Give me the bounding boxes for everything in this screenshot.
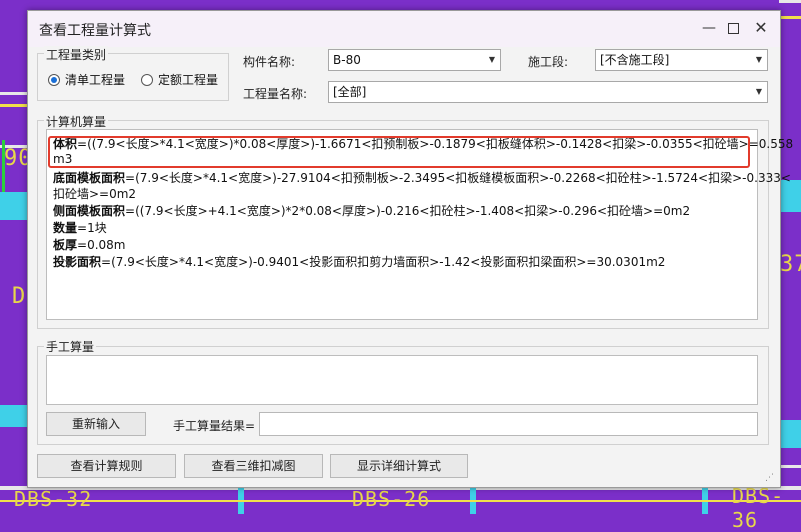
- radio-quota-quantity[interactable]: 定额工程量: [141, 71, 218, 88]
- formula-term: 侧面模板面积: [53, 204, 126, 218]
- radio-bill-quantity-label: 清单工程量: [65, 73, 126, 87]
- formula-expression: =(7.9<长度>*4.1<宽度>)-27.9104<扣预制板>-2.3495<…: [125, 171, 791, 185]
- component-name-select[interactable]: B-80 ▼: [328, 49, 501, 71]
- cad-label-right: 37: [780, 252, 801, 277]
- formula-expression: =0.08m: [77, 238, 126, 252]
- quantity-name-value: [全部]: [333, 85, 367, 99]
- dropdown-arrow-icon: ▼: [755, 87, 762, 96]
- formula-term: 投影面积: [53, 255, 102, 269]
- component-name-label: 构件名称:: [243, 55, 296, 69]
- component-name-value: B-80: [333, 53, 361, 67]
- formula-expression: =(7.9<长度>*4.1<宽度>)-0.9401<投影面积扣剪力墙面积>-1.…: [101, 255, 666, 269]
- volume-formula-highlight: [48, 136, 750, 168]
- cad-cyan-block: [0, 405, 28, 427]
- quantity-name-select[interactable]: [全部] ▼: [328, 81, 768, 103]
- close-button[interactable]: ✕: [748, 17, 774, 39]
- reenter-button[interactable]: 重新输入: [46, 412, 146, 436]
- quantity-formula-dialog: 查看工程量计算式 — ✕ 工程量类别 清单工程量 定额工程量 构件名称: B-8…: [27, 10, 793, 488]
- cad-line: [0, 92, 28, 95]
- maximize-icon: [727, 22, 739, 34]
- quantity-name-label: 工程量名称:: [243, 87, 308, 101]
- formula-expression: =((7.9<长度>+4.1<宽度>)*2*0.08<厚度>)-0.216<扣砼…: [125, 204, 691, 218]
- cad-cyan-block: [779, 420, 801, 448]
- maximize-button[interactable]: [720, 17, 746, 39]
- dialog-title: 查看工程量计算式: [39, 23, 151, 39]
- view-calc-rules-button[interactable]: 查看计算规则: [37, 454, 176, 478]
- construction-section-label: 施工段:: [528, 55, 569, 69]
- radio-unselected-icon: [141, 73, 153, 86]
- formula-term: 板厚: [53, 238, 78, 252]
- radio-selected-icon: [48, 73, 60, 86]
- cad-line: [779, 16, 801, 19]
- manual-calc-group-label: 手工算量: [44, 338, 97, 355]
- dropdown-arrow-icon: ▼: [488, 55, 495, 64]
- radio-quota-quantity-label: 定额工程量: [158, 73, 219, 87]
- cad-label-bottom: DBS-26: [352, 487, 431, 511]
- minimize-button[interactable]: —: [696, 17, 722, 39]
- cad-cyan-block: [0, 192, 28, 220]
- formula-line: 扣砼墙>=0m2: [53, 187, 136, 202]
- construction-section-value: [不含施工段]: [600, 53, 670, 67]
- formula-term: 底面模板面积: [53, 171, 126, 185]
- formula-line: 底面模板面积=(7.9<长度>*4.1<宽度>)-27.9104<扣预制板>-2…: [53, 171, 791, 186]
- formula-expression: 扣砼墙>=0m2: [53, 187, 137, 201]
- cad-line: [0, 104, 28, 107]
- radio-bill-quantity[interactable]: 清单工程量: [48, 71, 125, 88]
- cad-line: [779, 465, 801, 468]
- cad-line: [779, 0, 801, 3]
- cad-label-bottom: DBS-36: [732, 484, 785, 532]
- formula-term: 数量: [53, 221, 78, 235]
- resize-grip-icon[interactable]: ⋰: [765, 473, 774, 483]
- formula-line: 板厚=0.08m: [53, 238, 125, 253]
- manual-result-field[interactable]: [259, 412, 758, 436]
- view-3d-deduction-button[interactable]: 查看三维扣减图: [184, 454, 323, 478]
- quantity-type-group-label: 工程量类别: [44, 46, 109, 63]
- dropdown-arrow-icon: ▼: [755, 55, 762, 64]
- construction-section-select[interactable]: [不含施工段] ▼: [595, 49, 768, 71]
- computer-calc-group-label: 计算机算量: [44, 113, 109, 130]
- formula-line: 侧面模板面积=((7.9<长度>+4.1<宽度>)*2*0.08<厚度>)-0.…: [53, 204, 690, 219]
- cad-label-bottom: DBS-32: [14, 487, 93, 511]
- cad-label-left2: D: [12, 284, 27, 309]
- manual-result-label: 手工算量结果=: [173, 419, 256, 433]
- formula-line: 数量=1块: [53, 221, 107, 236]
- formula-expression: =1块: [77, 221, 107, 235]
- title-bar[interactable]: 查看工程量计算式 — ✕: [28, 11, 780, 47]
- show-detail-formula-button[interactable]: 显示详细计算式: [330, 454, 468, 478]
- manual-calc-input[interactable]: [46, 355, 758, 405]
- formula-line: 投影面积=(7.9<长度>*4.1<宽度>)-0.9401<投影面积扣剪力墙面积…: [53, 255, 665, 270]
